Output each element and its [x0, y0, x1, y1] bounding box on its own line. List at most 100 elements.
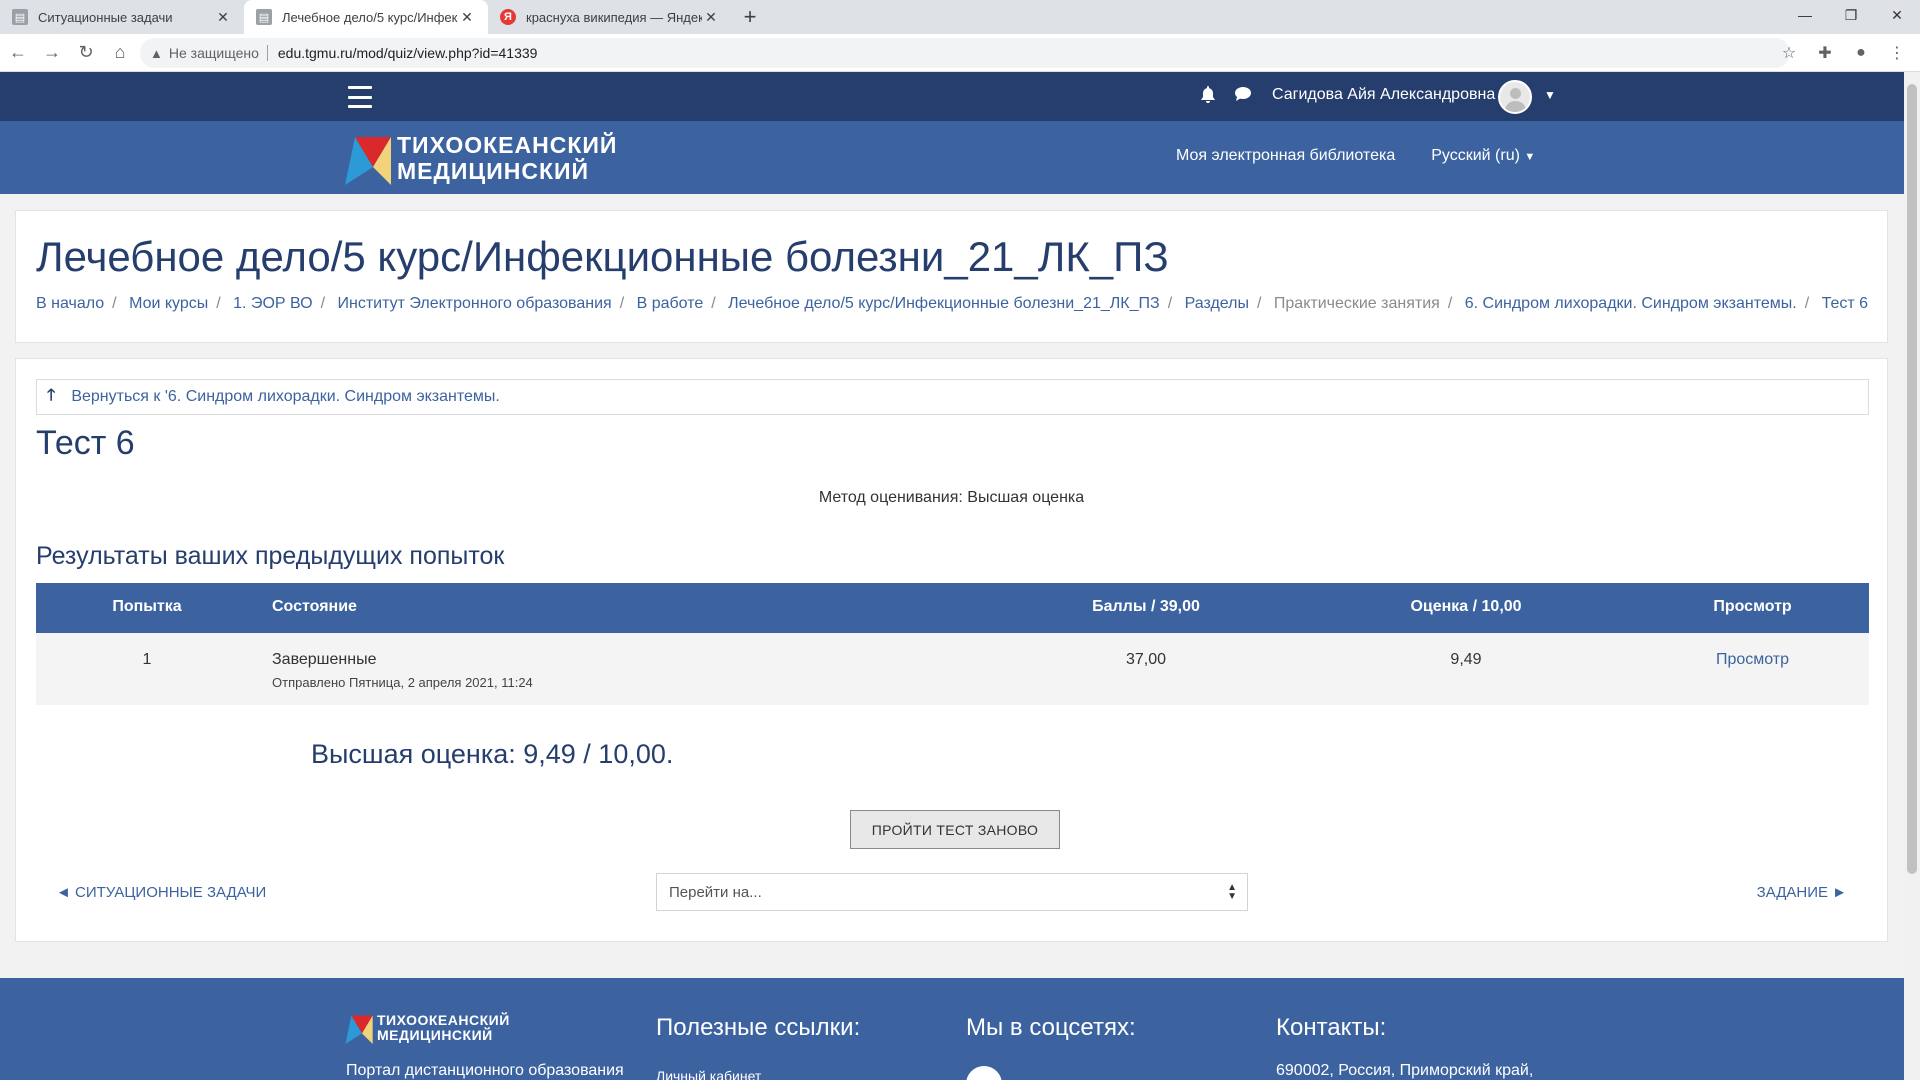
language-selector[interactable]: Русский (ru) ▼ — [1431, 147, 1535, 165]
footer-logo-line-2: МЕДИЦИНСКИЙ — [377, 1027, 493, 1043]
col-state: Состояние — [272, 598, 357, 615]
brand-bar: ТИХООКЕАНСКИЙ МЕДИЦИНСКИЙ Моя электронна… — [0, 121, 1904, 194]
review-link[interactable]: Просмотр — [1636, 651, 1869, 669]
browser-tab-1[interactable]: ▤ Ситуационные задачи ✕ — [0, 0, 244, 34]
jump-to-value: Перейти на... — [669, 883, 762, 901]
chat-bubble-icon[interactable] — [1234, 86, 1252, 109]
breadcrumb-in-progress[interactable]: В работе — [637, 295, 704, 312]
attempt-state: Завершенные Отправлено Пятница, 2 апреля… — [272, 651, 533, 690]
close-window-icon[interactable]: ✕ — [1874, 0, 1920, 30]
back-arrow-icon[interactable]: ← — [2, 37, 34, 69]
avatar[interactable] — [1498, 80, 1532, 114]
window-controls: — ❐ ✕ — [1782, 0, 1920, 30]
breadcrumb-eor[interactable]: 1. ЭОР ВО — [233, 295, 312, 312]
footer-logo[interactable]: ТИХООКЕАНСКИЙ МЕДИЦИНСКИЙ — [345, 1012, 509, 1046]
user-name[interactable]: Сагидова Айя Александровна — [1272, 86, 1495, 104]
menu-dots-icon[interactable]: ⋮ — [1882, 38, 1912, 68]
results-heading: Результаты ваших предыдущих попыток — [36, 542, 505, 570]
breadcrumb-current[interactable]: Тест 6 — [1822, 295, 1868, 312]
attempt-grade: 9,49 — [1450, 651, 1482, 668]
footer: ТИХООКЕАНСКИЙ МЕДИЦИНСКИЙ Портал дистанц… — [0, 978, 1904, 1080]
doc-icon: ▤ — [256, 9, 272, 25]
page-scrollbar[interactable] — [1904, 72, 1920, 1080]
browser-tab-title: краснуха википедия — Яндекс: — [526, 9, 702, 25]
useful-link-cabinet[interactable]: Личный кабинет — [656, 1068, 761, 1080]
browser-toolbar: ← → ↻ ⌂ ▲ Не защищено edu.tgmu.ru/mod/qu… — [0, 34, 1920, 72]
logo-mark-icon — [345, 137, 391, 185]
forward-arrow-icon[interactable]: → — [36, 37, 68, 69]
back-link-text: Вернуться к '6. Синдром лихорадки. Синдр… — [71, 388, 500, 405]
jump-to-select[interactable]: Перейти на... ▲ ▼ — [656, 873, 1248, 911]
quiz-title: Тест 6 — [36, 424, 135, 462]
arrow-up-icon: 🡑 — [47, 386, 56, 404]
table-row: 1 Завершенные Отправлено Пятница, 2 апре… — [36, 633, 1869, 705]
table-header: Попытка Состояние Баллы / 39,00 Оценка /… — [36, 583, 1869, 633]
doc-icon: ▤ — [12, 9, 28, 25]
breadcrumb-home[interactable]: В начало — [36, 295, 104, 312]
submitted-time: Отправлено Пятница, 2 апреля 2021, 11:24 — [272, 675, 533, 690]
site-logo[interactable]: ТИХООКЕАНСКИЙ МЕДИЦИНСКИЙ — [345, 131, 616, 185]
breadcrumb-topic[interactable]: 6. Синдром лихорадки. Синдром экзантемы. — [1465, 295, 1797, 312]
attempts-table: Попытка Состояние Баллы / 39,00 Оценка /… — [36, 583, 1869, 705]
warning-icon[interactable]: ▲ — [150, 46, 163, 61]
browser-tab-bar: ▤ Ситуационные задачи ✕ ▤ Лечебное дело/… — [0, 0, 1920, 34]
minimize-icon[interactable]: — — [1782, 0, 1828, 30]
hamburger-menu-icon[interactable] — [348, 86, 372, 108]
omnibox-divider — [266, 45, 268, 61]
browser-tab-2[interactable]: ▤ Лечебное дело/5 курс/Инфекц ✕ — [244, 0, 488, 34]
attempt-number: 1 — [142, 651, 152, 668]
top-navbar: Сагидова Айя Александровна ▼ — [0, 72, 1904, 121]
breadcrumb: В начало / Мои курсы/ 1. ЭОР ВО / Институт… — [36, 295, 1869, 312]
home-icon[interactable]: ⌂ — [104, 37, 136, 69]
close-tab-icon[interactable]: ✕ — [458, 9, 476, 26]
attempt-marks: 37,00 — [1125, 651, 1167, 668]
chevron-down-icon[interactable]: ▼ — [1544, 88, 1556, 102]
logo-line-1: ТИХООКЕАНСКИЙ — [397, 132, 618, 158]
yandex-icon: Я — [500, 9, 516, 25]
close-tab-icon[interactable]: ✕ — [214, 9, 232, 26]
breadcrumb-institute[interactable]: Институт Электронного образования — [338, 295, 612, 312]
new-tab-button[interactable]: + — [732, 0, 768, 34]
retry-quiz-button[interactable]: ПРОЙТИ ТЕСТ ЗАНОВО — [850, 810, 1060, 849]
extensions-icon[interactable]: ✚ — [1810, 38, 1840, 68]
browser-tab-3[interactable]: Я краснуха википедия — Яндекс: ✕ — [488, 0, 732, 34]
grading-method: Метод оценивания: Высшая оценка — [818, 489, 1085, 506]
toolbar-actions: ☆ ✚ ● ⋮ — [1774, 38, 1912, 68]
bookmark-star-icon[interactable]: ☆ — [1774, 38, 1804, 68]
browser-tab-title: Ситуационные задачи — [38, 9, 173, 25]
breadcrumb-sections[interactable]: Разделы — [1185, 295, 1249, 312]
browser-tab-title: Лечебное дело/5 курс/Инфекц — [282, 9, 458, 25]
breadcrumb-practical: Практические занятия — [1273, 295, 1440, 312]
breadcrumb-my-courses[interactable]: Мои курсы — [129, 295, 208, 312]
address-bar[interactable]: ▲ Не защищено edu.tgmu.ru/mod/quiz/view.… — [140, 38, 1790, 68]
url-text[interactable]: edu.tgmu.ru/mod/quiz/view.php?id=41339 — [278, 45, 538, 61]
security-label[interactable]: Не защищено — [169, 45, 259, 61]
page-header: Лечебное дело/5 курс/Инфекционные болезн… — [15, 210, 1888, 343]
next-activity-link[interactable]: ЗАДАНИЕ ► — [1757, 884, 1847, 901]
brand-links: Моя электронная библиотека Русский (ru) … — [1176, 147, 1535, 165]
prev-activity-link[interactable]: ◄ СИТУАЦИОННЫЕ ЗАДАЧИ — [56, 884, 266, 901]
social-heading: Мы в соцсетях: — [966, 1014, 1136, 1041]
navbar-icons — [1200, 86, 1252, 109]
library-link[interactable]: Моя электронная библиотека — [1176, 147, 1395, 165]
portal-text: Портал дистанционного образования — [346, 1062, 624, 1079]
language-label: Русский (ru) — [1431, 147, 1520, 164]
back-to-section-link[interactable]: 🡑 Вернуться к '6. Синдром лихорадки. Син… — [36, 379, 1869, 415]
scrollbar-thumb[interactable] — [1907, 84, 1917, 874]
useful-links-heading: Полезные ссылки: — [656, 1014, 861, 1041]
close-tab-icon[interactable]: ✕ — [702, 9, 720, 26]
contacts-heading: Контакты: — [1276, 1014, 1387, 1041]
profile-icon[interactable]: ● — [1846, 38, 1876, 68]
select-arrows-icon: ▲ ▼ — [1227, 882, 1237, 902]
contact-address: 690002, Россия, Приморский край, — [1276, 1062, 1534, 1079]
social-icon[interactable] — [966, 1066, 1002, 1080]
state-text: Завершенные — [272, 651, 377, 668]
reload-icon[interactable]: ↻ — [70, 37, 102, 69]
restore-icon[interactable]: ❐ — [1828, 0, 1874, 30]
breadcrumb-course[interactable]: Лечебное дело/5 курс/Инфекционные болезн… — [728, 295, 1160, 312]
col-grade: Оценка / 10,00 — [1410, 598, 1522, 615]
col-marks: Баллы / 39,00 — [1092, 598, 1200, 615]
bell-icon[interactable] — [1200, 86, 1216, 109]
page-title: Лечебное дело/5 курс/Инфекционные болезн… — [36, 233, 1169, 280]
main-content: 🡑 Вернуться к '6. Синдром лихорадки. Син… — [15, 358, 1888, 942]
